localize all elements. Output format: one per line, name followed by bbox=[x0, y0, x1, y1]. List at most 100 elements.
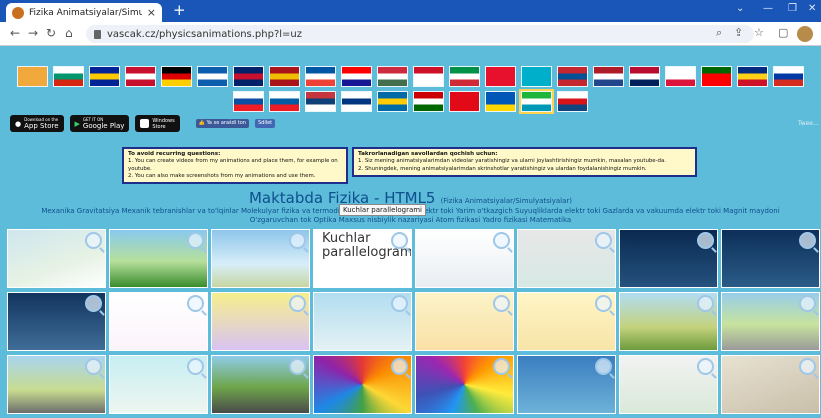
flag-uk-icon[interactable] bbox=[233, 66, 264, 87]
magnifier-icon[interactable] bbox=[595, 358, 612, 375]
magnifier-icon[interactable] bbox=[85, 295, 102, 312]
flag-kazakhstan-icon[interactable] bbox=[521, 66, 552, 87]
windows-store-button[interactable]: Windows Store bbox=[135, 115, 180, 132]
animation-thumbnail[interactable] bbox=[109, 229, 208, 288]
reload-icon[interactable]: ↻ bbox=[46, 26, 56, 40]
animation-thumbnail[interactable] bbox=[517, 229, 616, 288]
magnifier-icon[interactable] bbox=[85, 358, 102, 375]
flag-indonesia-icon[interactable] bbox=[413, 66, 444, 87]
flag-slovenia-icon[interactable] bbox=[269, 91, 300, 112]
magnifier-icon[interactable] bbox=[595, 232, 612, 249]
url-field[interactable]: vascak.cz/physicsanimations.php?l=uz bbox=[86, 25, 754, 43]
animation-thumbnail[interactable] bbox=[7, 229, 106, 288]
home-icon[interactable]: ⌂ bbox=[65, 26, 73, 40]
flag-netherlands-icon[interactable] bbox=[593, 66, 624, 87]
flag-bulgaria-icon[interactable] bbox=[53, 66, 84, 87]
animation-thumbnail[interactable] bbox=[721, 292, 820, 351]
animation-thumbnail[interactable] bbox=[415, 229, 514, 288]
magnifier-icon[interactable] bbox=[799, 295, 816, 312]
magnifier-icon[interactable] bbox=[85, 232, 102, 249]
magnifier-icon[interactable] bbox=[391, 232, 408, 249]
magnifier-icon[interactable] bbox=[391, 358, 408, 375]
flag-france-icon[interactable] bbox=[305, 66, 336, 87]
magnifier-icon[interactable] bbox=[799, 358, 816, 375]
flag-tajikistan-icon[interactable] bbox=[413, 91, 444, 112]
animation-thumbnail[interactable] bbox=[211, 292, 310, 351]
flag-uzbekistan-icon[interactable] bbox=[519, 89, 554, 114]
facebook-like-button[interactable]: 👍 Ya se arašdi ton bbox=[195, 119, 249, 128]
flag-portugal-icon[interactable] bbox=[701, 66, 732, 87]
flag-greece-icon[interactable] bbox=[197, 66, 228, 87]
google-play-button[interactable]: ▶ GET IT ON Google Play bbox=[69, 115, 130, 132]
magnifier-icon[interactable] bbox=[493, 295, 510, 312]
magnifier-icon[interactable] bbox=[697, 358, 714, 375]
flag-italy-icon[interactable] bbox=[449, 66, 480, 87]
animation-thumbnail[interactable] bbox=[517, 355, 616, 414]
flag-croatia-icon[interactable] bbox=[341, 66, 372, 87]
magnifier-icon[interactable] bbox=[391, 295, 408, 312]
animation-thumbnail[interactable] bbox=[415, 355, 514, 414]
flag-norway-icon[interactable] bbox=[629, 66, 660, 87]
animation-thumbnail[interactable] bbox=[415, 292, 514, 351]
animation-thumbnail[interactable] bbox=[619, 355, 718, 414]
animation-thumbnail[interactable] bbox=[313, 292, 412, 351]
chevron-down-icon[interactable]: ⌄ bbox=[736, 3, 744, 14]
flag-russia-icon[interactable] bbox=[773, 66, 804, 87]
flag-ukraine-icon[interactable] bbox=[485, 91, 516, 112]
animation-thumbnail[interactable] bbox=[7, 355, 106, 414]
restore-icon[interactable]: ❐ bbox=[788, 3, 797, 14]
share-icon[interactable]: ⇪ bbox=[734, 26, 743, 39]
flag-mongolia-icon[interactable] bbox=[557, 66, 588, 87]
flag-germany-icon[interactable] bbox=[161, 66, 192, 87]
animation-thumbnail[interactable]: Kuchlar parallelogrami bbox=[313, 229, 412, 288]
animation-thumbnail[interactable] bbox=[7, 292, 106, 351]
minimize-icon[interactable]: — bbox=[763, 3, 773, 14]
profile-icon[interactable] bbox=[797, 26, 813, 42]
flag-hungary-icon[interactable] bbox=[377, 66, 408, 87]
facebook-share-button[interactable]: Sdílet bbox=[254, 119, 276, 128]
animation-thumbnail[interactable] bbox=[721, 355, 820, 414]
flag-slovakia-icon[interactable] bbox=[233, 91, 264, 112]
magnifier-icon[interactable] bbox=[697, 232, 714, 249]
animation-thumbnail[interactable] bbox=[619, 229, 718, 288]
animation-thumbnail[interactable] bbox=[517, 292, 616, 351]
new-tab-button[interactable]: + bbox=[173, 2, 186, 19]
twitter-link[interactable]: Twee… bbox=[798, 120, 819, 127]
star-icon[interactable]: ☆ bbox=[754, 26, 764, 39]
animation-thumbnail[interactable] bbox=[721, 229, 820, 288]
magnifier-icon[interactable] bbox=[187, 232, 204, 249]
animation-thumbnail[interactable] bbox=[211, 229, 310, 288]
magnifier-icon[interactable] bbox=[187, 358, 204, 375]
flag-serbia-icon[interactable] bbox=[305, 91, 336, 112]
flag-kyrgyzstan-icon[interactable] bbox=[485, 66, 516, 87]
forward-icon[interactable]: → bbox=[28, 26, 38, 40]
magnifier-icon[interactable] bbox=[493, 358, 510, 375]
magnifier-icon[interactable] bbox=[187, 295, 204, 312]
flag-sweden-icon[interactable] bbox=[377, 91, 408, 112]
browser-tab[interactable]: Fizika Animatsiyalar/Simulyatsiya × bbox=[6, 3, 162, 22]
app-store-button[interactable]: ● Download on the App Store bbox=[10, 115, 64, 132]
animation-thumbnail[interactable] bbox=[211, 355, 310, 414]
flag-bosnia-icon[interactable] bbox=[89, 66, 120, 87]
animation-thumbnail[interactable] bbox=[109, 355, 208, 414]
flag-spain-icon[interactable] bbox=[269, 66, 300, 87]
magnifier-icon[interactable] bbox=[493, 232, 510, 249]
magnifier-icon[interactable] bbox=[289, 295, 306, 312]
zoom-icon[interactable]: ⌕ bbox=[716, 26, 722, 40]
magnifier-icon[interactable] bbox=[595, 295, 612, 312]
lock-icon[interactable] bbox=[94, 29, 101, 39]
animation-thumbnail[interactable] bbox=[313, 355, 412, 414]
back-icon[interactable]: ← bbox=[10, 26, 20, 40]
flag-denmark-icon[interactable] bbox=[125, 66, 156, 87]
tab-close-icon[interactable]: × bbox=[147, 6, 156, 19]
flag-unknown-icon[interactable] bbox=[17, 66, 48, 87]
flag-finland-icon[interactable] bbox=[341, 91, 372, 112]
flag-czechia-icon[interactable] bbox=[557, 91, 588, 112]
close-window-icon[interactable]: ✕ bbox=[808, 3, 816, 14]
flag-poland-icon[interactable] bbox=[665, 66, 696, 87]
magnifier-icon[interactable] bbox=[289, 358, 306, 375]
animation-thumbnail[interactable] bbox=[619, 292, 718, 351]
magnifier-icon[interactable] bbox=[697, 295, 714, 312]
magnifier-icon[interactable] bbox=[799, 232, 816, 249]
flag-romania-icon[interactable] bbox=[737, 66, 768, 87]
